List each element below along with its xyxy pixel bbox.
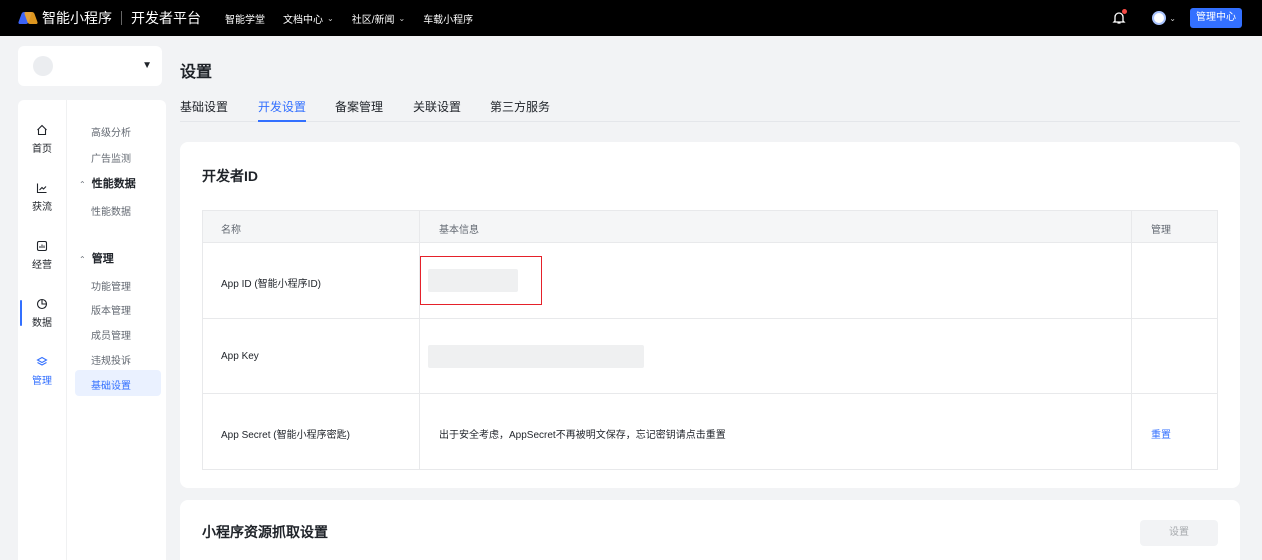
redacted-app-key bbox=[428, 345, 644, 368]
developer-id-table: 名称 基本信息 管理 App ID (智能小程序ID) App Key App … bbox=[202, 210, 1218, 470]
settings-tabs: 基础设置 开发设置 备案管理 关联设置 第三方服务 bbox=[180, 98, 1240, 122]
column-divider bbox=[419, 211, 420, 242]
top-bar: 智能小程序 开发者平台 智能学堂 文档中心 ⌄ 社区/新闻 ⌄ 车载小程序 ⌄ 管理… bbox=[0, 0, 1262, 36]
rail-label: 管理 bbox=[32, 376, 52, 387]
row-label: App Key bbox=[221, 351, 259, 362]
logo-icon bbox=[20, 10, 36, 26]
chevron-down-icon: ⌄ bbox=[327, 13, 334, 23]
topnav-docs-label: 文档中心 bbox=[283, 14, 323, 26]
topnav-docs[interactable]: 文档中心 ⌄ bbox=[283, 11, 334, 26]
brand-logo[interactable]: 智能小程序 开发者平台 bbox=[20, 8, 201, 28]
subnav-group-label: 性能数据 bbox=[91, 178, 136, 190]
tab-association[interactable]: 关联设置 bbox=[413, 98, 461, 115]
chart-icon bbox=[18, 182, 66, 196]
reset-secret-link[interactable]: 重置 bbox=[1151, 426, 1171, 441]
subnav-group-manage[interactable]: ⌃ 管理 bbox=[79, 250, 114, 266]
brand-name: 智能小程序 bbox=[42, 10, 112, 26]
card-title: 开发者ID bbox=[202, 168, 258, 184]
subnav-group-label: 管理 bbox=[91, 253, 114, 265]
rail-label: 经营 bbox=[32, 260, 52, 271]
avatar[interactable] bbox=[1152, 11, 1167, 25]
topnav-academy[interactable]: 智能学堂 bbox=[225, 11, 265, 26]
notification-dot bbox=[1122, 9, 1128, 14]
subnav-item-perf[interactable]: 性能数据 bbox=[91, 203, 131, 218]
developer-id-card: 开发者ID 名称 基本信息 管理 App ID (智能小程序ID) App Ke… bbox=[180, 142, 1240, 488]
column-divider bbox=[1131, 394, 1132, 469]
subnav-item-ad-monitor[interactable]: 广告监测 bbox=[91, 150, 131, 165]
rail-label: 数据 bbox=[32, 318, 52, 329]
chevron-up-icon: ⌃ bbox=[79, 255, 86, 264]
tab-basic[interactable]: 基础设置 bbox=[180, 98, 228, 115]
column-header: 基本信息 bbox=[439, 225, 479, 236]
table-row: App Secret (智能小程序密匙) 出于安全考虑，AppSecret不再被… bbox=[203, 394, 1217, 469]
row-label: App Secret (智能小程序密匙) bbox=[221, 430, 350, 441]
topnav-academy-label: 智能学堂 bbox=[225, 14, 265, 26]
subnav-item-basic-settings[interactable]: 基础设置 bbox=[91, 377, 131, 392]
home-icon bbox=[18, 124, 66, 138]
brand-divider bbox=[121, 11, 122, 25]
page-title: 设置 bbox=[180, 64, 213, 81]
rail-item-traffic[interactable]: 获流 bbox=[18, 182, 66, 213]
rail-item-data[interactable]: 数据 bbox=[18, 298, 66, 329]
app-selector[interactable]: ▼ bbox=[18, 46, 162, 86]
rail-item-home[interactable]: 首页 bbox=[18, 124, 66, 155]
column-header: 名称 bbox=[221, 225, 241, 236]
column-divider bbox=[1131, 319, 1132, 393]
app-avatar bbox=[33, 56, 53, 76]
pie-icon bbox=[18, 298, 66, 312]
column-divider bbox=[1131, 211, 1132, 242]
resource-crawl-card: 小程序资源抓取设置 设置 bbox=[180, 500, 1240, 560]
subnav-group-perf[interactable]: ⌃ 性能数据 bbox=[79, 175, 136, 191]
highlight-box bbox=[420, 256, 542, 305]
subnav-item-members[interactable]: 成员管理 bbox=[91, 327, 131, 342]
chevron-up-icon: ⌃ bbox=[79, 180, 86, 189]
caret-down-icon: ▼ bbox=[142, 60, 152, 71]
subnav-item-violations[interactable]: 违规投诉 bbox=[91, 352, 131, 367]
chevron-down-icon[interactable]: ⌄ bbox=[1169, 14, 1176, 23]
top-right-tools: ⌄ 管理中心 bbox=[1112, 0, 1242, 36]
tab-dev[interactable]: 开发设置 bbox=[258, 98, 306, 115]
card-title: 小程序资源抓取设置 bbox=[202, 524, 328, 540]
topnav-community[interactable]: 社区/新闻 ⌄ bbox=[352, 11, 405, 26]
column-divider bbox=[419, 394, 420, 469]
topnav-car[interactable]: 车载小程序 bbox=[423, 11, 473, 26]
table-header: 名称 基本信息 管理 bbox=[203, 211, 1217, 243]
rail-item-operate[interactable]: 经营 bbox=[18, 240, 66, 271]
tab-filing[interactable]: 备案管理 bbox=[335, 98, 383, 115]
table-row: App Key bbox=[203, 319, 1217, 394]
platform-name: 开发者平台 bbox=[131, 10, 201, 26]
column-divider bbox=[419, 319, 420, 393]
bell-icon[interactable] bbox=[1112, 9, 1128, 25]
topnav-community-label: 社区/新闻 bbox=[351, 14, 395, 26]
rail-item-manage[interactable]: 管理 bbox=[18, 356, 66, 387]
column-divider bbox=[1131, 243, 1132, 318]
rail-label: 获流 bbox=[32, 202, 52, 213]
rail-label: 首页 bbox=[32, 144, 52, 155]
topnav-car-label: 车载小程序 bbox=[423, 14, 474, 26]
subnav-item-advanced[interactable]: 高级分析 bbox=[91, 124, 131, 139]
crawl-settings-button[interactable]: 设置 bbox=[1140, 520, 1218, 546]
tab-third-party[interactable]: 第三方服务 bbox=[490, 98, 550, 115]
tab-active-underline bbox=[258, 120, 306, 122]
subnav-item-features[interactable]: 功能管理 bbox=[91, 278, 131, 293]
left-rail: 首页 获流 经营 数据 管理 bbox=[18, 100, 66, 560]
subnav-item-versions[interactable]: 版本管理 bbox=[91, 302, 131, 317]
chevron-down-icon: ⌄ bbox=[398, 13, 406, 23]
row-label: App ID (智能小程序ID) bbox=[221, 279, 322, 290]
layers-icon bbox=[18, 356, 66, 370]
admin-center-button[interactable]: 管理中心 bbox=[1190, 8, 1242, 28]
operate-icon bbox=[18, 240, 66, 254]
table-row: App ID (智能小程序ID) bbox=[203, 243, 1217, 319]
column-header: 管理 bbox=[1151, 225, 1171, 236]
top-nav: 智能学堂 文档中心 ⌄ 社区/新闻 ⌄ 车载小程序 bbox=[225, 11, 491, 26]
secret-note: 出于安全考虑，AppSecret不再被明文保存，忘记密钥请点击重置 bbox=[439, 430, 726, 441]
sub-nav: 高级分析 广告监测 ⌃ 性能数据 性能数据 ⌃ 管理 功能管理 版本管理 成员管理 … bbox=[66, 100, 166, 560]
